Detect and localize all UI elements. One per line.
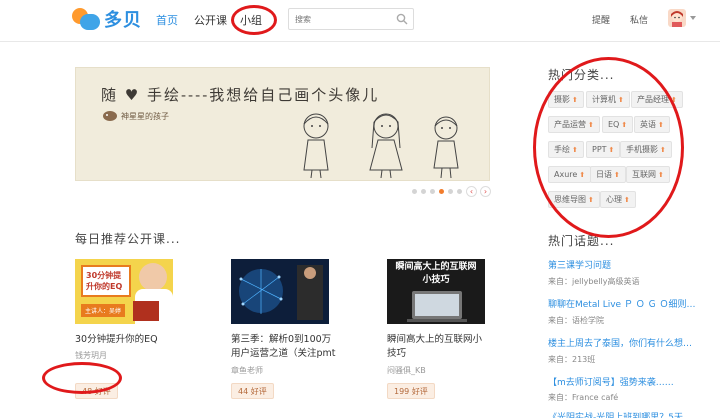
arrow-up-icon: ⬆ — [658, 121, 664, 129]
banner-illustration — [303, 113, 459, 179]
arrow-up-icon: ⬆ — [579, 171, 586, 179]
topic-link[interactable]: 第三课学习问题 — [548, 258, 698, 271]
slider-dot[interactable] — [457, 189, 462, 194]
category-tag[interactable]: 计算机 ⬆ — [586, 91, 630, 108]
topic-link[interactable]: 【m去师订阅号】强势来袭…… — [548, 375, 698, 388]
course-author[interactable]: 闷骚俱_KB — [387, 365, 426, 376]
arrow-up-icon: ⬆ — [614, 171, 620, 179]
arrow-up-icon: ⬆ — [608, 146, 615, 154]
hedgehog-icon — [103, 111, 117, 121]
review-badge: 48 好评 — [75, 383, 118, 399]
slider-dot-active[interactable] — [439, 189, 444, 194]
slider-next-button[interactable]: › — [480, 186, 491, 197]
nav-home[interactable]: 首页 — [156, 12, 178, 28]
slider-dots — [412, 189, 462, 194]
chevron-down-icon[interactable] — [690, 16, 696, 20]
slider-dot[interactable] — [448, 189, 453, 194]
slider-dot[interactable] — [421, 189, 426, 194]
slider-dot[interactable] — [412, 189, 417, 194]
hot-categories-heading: 热门分类... — [548, 68, 615, 82]
banner-slide[interactable]: 随 ♥ 手绘----我想给自己画个头像儿 神星星的孩子 — [75, 67, 490, 181]
topic-source: 来自：France café — [548, 393, 619, 402]
arrow-up-icon: ⬆ — [572, 146, 578, 154]
topic-link[interactable]: 《光阴实战-光阴上班到哪里？5天整… — [548, 410, 698, 418]
course-author[interactable]: 钱芳玥月 — [75, 350, 107, 361]
category-tag[interactable]: 互联网 ⬆ — [626, 166, 670, 183]
topic-source: 来自：jellybelly高级英语 — [548, 277, 640, 286]
topic-link[interactable]: 楼主上周去了泰国，你们有什么想… — [548, 336, 698, 349]
topic-source: 来自：213班 — [548, 355, 596, 364]
category-tag[interactable]: 心理 ⬆ — [600, 191, 636, 208]
category-tag[interactable]: Axure ⬆ — [548, 166, 592, 183]
course-title[interactable]: 30分钟提升你的EQ — [75, 333, 158, 347]
slider-dot[interactable] — [430, 189, 435, 194]
slider-prev-button[interactable]: ‹ — [466, 186, 477, 197]
brand-name: 多贝 — [104, 10, 142, 31]
category-tag[interactable]: 英语 ⬆ — [634, 116, 670, 133]
banner-author: 神星星的孩子 — [121, 112, 169, 121]
category-tag[interactable]: 手机摄影 ⬆ — [620, 141, 672, 158]
category-tag[interactable]: 摄影 ⬆ — [548, 91, 584, 108]
course-thumbnail[interactable]: 30分钟提升你的EQ 主讲人：吴婷 — [75, 259, 173, 324]
search-box — [288, 8, 414, 30]
category-tag[interactable]: 手绘 ⬆ — [548, 141, 584, 158]
arrow-up-icon: ⬆ — [621, 121, 628, 129]
logo-icon — [72, 6, 102, 32]
arrow-up-icon: ⬆ — [588, 196, 594, 204]
category-tag[interactable]: EQ ⬆ — [602, 116, 634, 133]
category-tag[interactable]: PPT ⬆ — [586, 141, 621, 158]
review-badge: 44 好评 — [231, 383, 274, 399]
category-tag[interactable]: 日语 ⬆ — [590, 166, 626, 183]
arrow-up-icon: ⬆ — [588, 121, 594, 129]
course-title[interactable]: 第三季：解析0到100万 用户运营之道（关注pmt — [231, 333, 336, 361]
arrow-up-icon: ⬆ — [658, 171, 664, 179]
arrow-up-icon: ⬆ — [572, 96, 578, 104]
course-thumbnail[interactable] — [231, 259, 329, 324]
search-input[interactable] — [295, 12, 391, 26]
brand-logo[interactable]: 多贝 — [72, 5, 142, 33]
course-title[interactable]: 瞬间高大上的互联网小 技巧 — [387, 333, 482, 361]
arrow-up-icon: ⬆ — [624, 196, 630, 204]
recommend-heading: 每日推荐公开课... — [75, 232, 181, 246]
category-tag[interactable]: 产品经理 ⬆ — [631, 91, 683, 108]
banner-title: 随 ♥ 手绘----我想给自己画个头像儿 — [101, 86, 380, 104]
thumb-caption: 主讲人：吴婷 — [81, 304, 126, 317]
course-thumbnail[interactable]: 瞬间高大上的互联网 小技巧 — [387, 259, 485, 324]
thumb-text: 小技巧 — [422, 275, 450, 285]
category-tag[interactable]: 思维导图 ⬆ — [548, 191, 600, 208]
nav-open-courses[interactable]: 公开课 — [194, 12, 227, 28]
user-avatar[interactable] — [668, 9, 686, 27]
arrow-up-icon: ⬆ — [671, 96, 677, 104]
category-tag[interactable]: 产品运营 ⬆ — [548, 116, 600, 133]
top-header: 多贝 首页 公开课 小组 提醒 私信 — [0, 0, 720, 42]
remind-link[interactable]: 提醒 — [592, 13, 610, 26]
review-badge: 199 好评 — [387, 383, 435, 399]
arrow-up-icon: ⬆ — [660, 146, 666, 154]
topic-source: 来自：语检学院 — [548, 316, 604, 325]
hot-topics-heading: 热门话题... — [548, 234, 615, 248]
message-link[interactable]: 私信 — [630, 13, 648, 26]
nav-groups[interactable]: 小组 — [240, 12, 262, 28]
search-icon[interactable] — [396, 13, 408, 25]
thumb-text: 瞬间高大上的互联网 — [395, 262, 477, 272]
thumb-text: 30分钟提升你的EQ — [81, 265, 131, 297]
course-author[interactable]: 章鱼老师 — [231, 365, 263, 376]
topic-link[interactable]: 聊聊在Metal Live Ｐ Ｏ Ｇ Ｏ细则与注… — [548, 297, 698, 310]
arrow-up-icon: ⬆ — [618, 96, 624, 104]
